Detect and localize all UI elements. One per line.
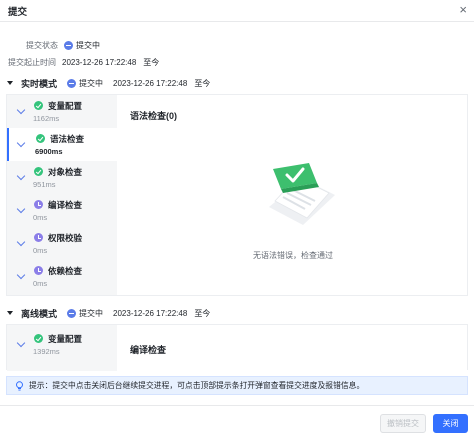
success-check-icon [34,167,43,176]
chevron-down-icon[interactable] [16,171,26,181]
step-item[interactable]: 变量配置 1392ms [7,328,117,361]
step-duration: 1392ms [33,347,60,356]
tip-text: 提示：提交中点击关闭后台继续提交进程，可点击顶部提示条打开弹窗查看提交进度及报错… [29,381,365,390]
clock-icon [34,233,43,242]
document-check-illustration [269,163,335,225]
clock-icon [34,266,43,275]
step-name: 变量配置 [48,334,83,344]
step-duration: 951ms [33,180,56,189]
chevron-down-icon[interactable] [16,237,26,247]
realtime-mode-name: 实时模式 [21,78,58,89]
step-item[interactable]: 依赖检查 0ms [7,260,117,293]
success-check-icon [34,101,43,110]
empty-message: 无语法错误，检查通过 [253,251,333,260]
submit-status-label: 提交状态 [26,41,58,50]
offline-step-detail: 编译检查 [117,325,467,370]
step-duration: 0ms [33,213,48,222]
dialog-footer: 撤销提交 关闭 [0,405,474,437]
caret-down-icon[interactable] [7,311,13,315]
submit-time-to: 至今 [143,58,160,67]
chevron-down-icon[interactable] [16,270,26,280]
step-duration: 0ms [33,246,48,255]
close-button[interactable]: 关闭 [433,414,468,433]
dialog-titlebar: 提交 × [0,0,474,22]
step-name: 编译检查 [48,200,83,210]
step-name: 语法检查 [50,134,85,144]
lightbulb-icon [15,380,24,391]
submit-time-row: 提交起止时间 2023-12-26 17:22:48 至今 [8,57,159,68]
step-name: 权限校验 [48,233,83,243]
step-name: 变量配置 [48,101,83,111]
step-item[interactable]: 变量配置 1162ms [7,95,117,128]
tip-bar: 提示：提交中点击关闭后台继续提交进程，可点击顶部提示条打开弹窗查看提交进度及报错… [6,376,468,395]
offline-panel: 变量配置 1392ms 编译检查 [6,324,468,371]
submit-status-value: 提交中 [76,41,100,50]
status-pending-icon [67,78,77,88]
offline-mode-name: 离线模式 [21,308,58,319]
step-item[interactable]: 编译检查 0ms [7,194,117,227]
step-item[interactable]: 对象检查 951ms [7,161,117,194]
close-icon[interactable]: × [459,2,467,18]
offline-mode-to: 至今 [194,308,211,318]
realtime-mode-status: 提交中 [79,78,104,88]
chevron-down-icon[interactable] [16,138,26,148]
detail-heading: 编译检查 [130,345,167,355]
detail-heading: 语法检查(0) [130,111,177,121]
caret-down-icon[interactable] [7,81,13,85]
status-pending-icon [67,308,77,318]
offline-step-list: 变量配置 1392ms [7,325,117,371]
step-duration: 1162ms [33,114,60,123]
realtime-panel: 变量配置 1162ms 语法检查 6900ms 对象检查 951ms 编译检查 … [6,94,468,296]
chevron-down-icon[interactable] [16,338,26,348]
step-item[interactable]: 权限校验 0ms [7,227,117,260]
success-check-icon [36,134,45,143]
submit-status-row: 提交状态 提交中 [26,40,100,51]
offline-mode-header[interactable]: 离线模式 提交中 2023-12-26 17:22:48 至今 [0,304,474,322]
realtime-mode-time: 2023-12-26 17:22:48 [113,78,188,88]
success-check-icon [34,334,43,343]
clock-icon [34,200,43,209]
submit-time-start: 2023-12-26 17:22:48 [62,58,137,67]
step-name: 对象检查 [48,167,83,177]
step-duration: 0ms [33,279,48,288]
realtime-mode-to: 至今 [194,78,211,88]
dialog-title: 提交 [8,7,28,18]
offline-mode-status: 提交中 [79,308,104,318]
step-item-active[interactable]: 语法检查 6900ms [7,128,117,161]
chevron-down-icon[interactable] [16,105,26,115]
chevron-down-icon[interactable] [16,204,26,214]
cancel-submit-button[interactable]: 撤销提交 [380,414,426,433]
realtime-step-list: 变量配置 1162ms 语法检查 6900ms 对象检查 951ms 编译检查 … [7,95,117,295]
step-duration: 6900ms [35,147,63,156]
offline-mode-time: 2023-12-26 17:22:48 [113,308,188,318]
realtime-mode-header[interactable]: 实时模式 提交中 2023-12-26 17:22:48 至今 [0,74,474,92]
step-name: 依赖检查 [48,266,83,276]
submit-time-label: 提交起止时间 [8,58,56,67]
status-pending-icon [64,41,73,50]
realtime-step-detail: 语法检查(0) 无语法错误，检查通过 [117,95,467,295]
